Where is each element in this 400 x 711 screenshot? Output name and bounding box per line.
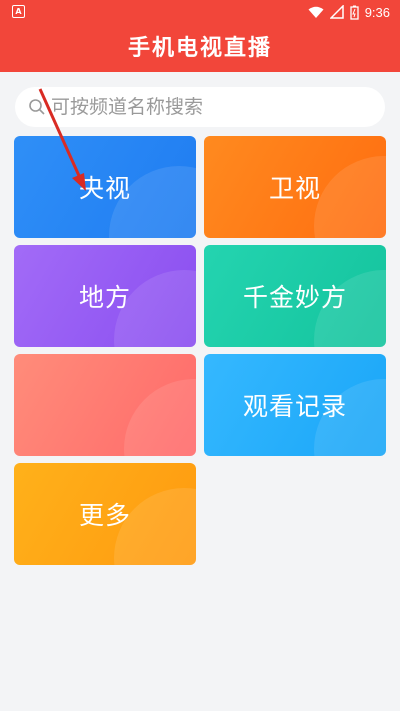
app-title: 手机电视直播: [127, 36, 272, 61]
signal-icon: [329, 5, 344, 19]
tile-label: 千金妙方: [242, 283, 347, 312]
tile-label: 观看记录: [242, 392, 347, 421]
status-icons: 9:36: [308, 3, 390, 21]
tile-more[interactable]: 更多: [14, 463, 196, 565]
tile-remedies[interactable]: 千金妙方: [204, 245, 386, 347]
app-bar: 手机电视直播: [0, 24, 400, 72]
search-icon: [29, 99, 45, 115]
tile-blank[interactable]: [14, 354, 196, 456]
tile-label: 央视: [78, 174, 131, 203]
wifi-icon: [308, 6, 324, 18]
status-bar: A 9:36: [0, 0, 400, 24]
battery-icon: [350, 5, 359, 20]
tile-history[interactable]: 观看记录: [204, 354, 386, 456]
tile-label: 卫视: [268, 174, 321, 203]
tile-local[interactable]: 地方: [14, 245, 196, 347]
search-bar[interactable]: [15, 87, 385, 127]
tile-label: 更多: [78, 501, 131, 530]
tile-label: [14, 354, 196, 456]
search-input[interactable]: [51, 87, 371, 127]
notification-a-icon: A: [12, 5, 25, 18]
tile-label: 地方: [78, 283, 131, 312]
status-time: 9:36: [364, 4, 390, 20]
tile-satellite[interactable]: 卫视: [204, 136, 386, 238]
tile-cctv[interactable]: 央视: [14, 136, 196, 238]
